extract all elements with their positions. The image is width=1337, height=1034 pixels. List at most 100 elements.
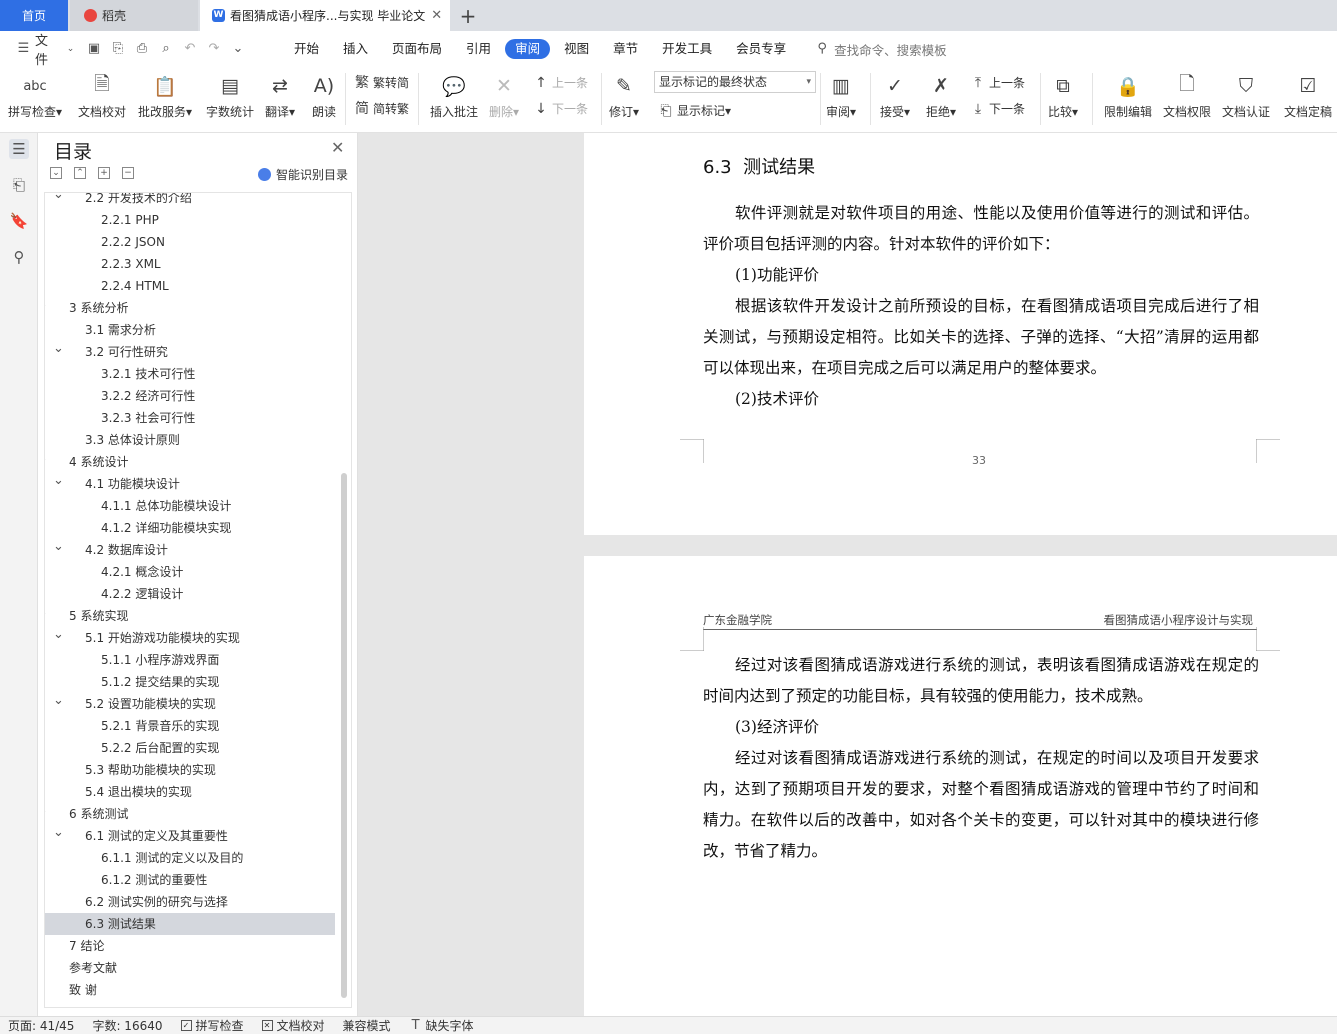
- close-icon[interactable]: ✕: [331, 138, 344, 157]
- toc-item[interactable]: ⌄ 3 系统分析: [45, 297, 335, 319]
- chevron-down-icon[interactable]: ⌄: [45, 448, 48, 470]
- toc-item[interactable]: 5.3 帮助功能模块的实现: [45, 759, 335, 781]
- toc-item[interactable]: 4.1.2 详细功能模块实现: [45, 517, 335, 539]
- doc-finalize-button[interactable]: ☑ 文档定稿: [1284, 71, 1332, 120]
- smart-toc-button[interactable]: 智能识别目录: [258, 166, 348, 183]
- close-icon[interactable]: ✕: [431, 8, 442, 23]
- to-simplified-button[interactable]: 简简转繁: [354, 100, 409, 117]
- add-item-icon[interactable]: +: [98, 167, 110, 179]
- toc-item[interactable]: 4.2.1 概念设计: [45, 561, 335, 583]
- toc-icon[interactable]: ☰: [9, 139, 29, 159]
- to-traditional-button[interactable]: 繁繁转简: [354, 74, 409, 91]
- customize-icon[interactable]: ⌄: [231, 42, 245, 56]
- spellcheck-button[interactable]: abc 拼写检查▾: [8, 71, 62, 120]
- toc-item[interactable]: 3.1 需求分析: [45, 319, 335, 341]
- menu-tab-1[interactable]: 插入: [333, 39, 378, 59]
- save-icon[interactable]: ▣: [87, 42, 101, 56]
- toc-item[interactable]: ⌄ 6.1 测试的定义及其重要性: [45, 825, 335, 847]
- file-menu[interactable]: ☰ 文件 ⌄: [0, 30, 82, 68]
- chevron-down-icon[interactable]: ⌄: [53, 822, 64, 844]
- prev-change-button[interactable]: ⤒ 上一条: [970, 74, 1025, 91]
- read-aloud-button[interactable]: A) 朗读: [310, 71, 338, 120]
- tab-home[interactable]: 首页: [0, 0, 68, 31]
- toc-item[interactable]: 3.2.1 技术可行性: [45, 363, 335, 385]
- menu-tab-4[interactable]: 审阅: [505, 39, 551, 59]
- compare-button[interactable]: ⧉ 比较▾: [1048, 71, 1078, 120]
- toc-item[interactable]: 2.2.4 HTML: [45, 275, 335, 297]
- doc-certify-button[interactable]: ⛉ 文档认证: [1222, 71, 1270, 120]
- toc-item[interactable]: ⌄ 2.2 开发技术的介绍: [45, 193, 335, 209]
- outline-icon[interactable]: ⎗: [9, 175, 29, 195]
- menu-tab-2[interactable]: 页面布局: [382, 39, 452, 59]
- chevron-down-icon[interactable]: ⌄: [53, 690, 64, 712]
- export-icon[interactable]: ⎘: [111, 42, 125, 56]
- markup-display-select[interactable]: 显示标记的最终状态 ▾: [654, 71, 816, 93]
- menu-tab-8[interactable]: 会员专享: [726, 39, 796, 59]
- menu-tab-7[interactable]: 开发工具: [652, 39, 722, 59]
- tab-document[interactable]: W 看图猜成语小程序...与实现 毕业论文 ✕: [200, 0, 450, 31]
- toc-item[interactable]: 参考文献: [45, 957, 335, 979]
- toc-item[interactable]: ⌄ 4.2 数据库设计: [45, 539, 335, 561]
- print-preview-icon[interactable]: ⌕: [159, 42, 173, 56]
- redo-icon[interactable]: ↷: [207, 42, 221, 56]
- toc-item[interactable]: 致 谢: [45, 979, 335, 1001]
- spellcheck-toggle[interactable]: ✓ 拼写检查: [180, 1017, 244, 1034]
- bookmark-icon[interactable]: 🔖: [9, 211, 29, 231]
- next-comment-button[interactable]: ↓ 下一条: [533, 100, 588, 117]
- toc-item[interactable]: 5.1.2 提交结果的实现: [45, 671, 335, 693]
- toc-item[interactable]: 6.2 测试实例的研究与选择: [45, 891, 335, 913]
- undo-icon[interactable]: ↶: [183, 42, 197, 56]
- toc-item[interactable]: 2.2.3 XML: [45, 253, 335, 275]
- command-search[interactable]: ⚲ 查找命令、搜索模板: [810, 40, 946, 59]
- doc-proof-button[interactable]: 🗎 文档校对: [78, 71, 126, 120]
- toc-item[interactable]: 4.1.1 总体功能模块设计: [45, 495, 335, 517]
- toc-item[interactable]: 5.1.1 小程序游戏界面: [45, 649, 335, 671]
- menu-tab-3[interactable]: 引用: [456, 39, 501, 59]
- toc-item[interactable]: ⌄ 5.1 开始游戏功能模块的实现: [45, 627, 335, 649]
- chevron-down-icon[interactable]: ⌄: [45, 800, 48, 822]
- toc-item[interactable]: 4.2.2 逻辑设计: [45, 583, 335, 605]
- chevron-down-icon[interactable]: ⌄: [53, 193, 64, 206]
- page-indicator[interactable]: 页面: 41/45: [8, 1017, 74, 1034]
- menu-tab-0[interactable]: 开始: [284, 39, 329, 59]
- translate-button[interactable]: ⇄ 翻译▾: [265, 71, 295, 120]
- toc-item[interactable]: 7 结论: [45, 935, 335, 957]
- toc-item[interactable]: 3.2.2 经济可行性: [45, 385, 335, 407]
- expand-up-icon[interactable]: ⌃: [74, 167, 86, 179]
- chevron-down-icon[interactable]: ⌄: [45, 602, 48, 624]
- menu-tab-6[interactable]: 章节: [603, 39, 648, 59]
- toc-item[interactable]: ⌄ 6 系统测试: [45, 803, 335, 825]
- prev-comment-button[interactable]: ↑ 上一条: [533, 74, 588, 91]
- toc-item[interactable]: 5.4 退出模块的实现: [45, 781, 335, 803]
- delete-comment-button[interactable]: ✕ 删除▾: [489, 71, 519, 120]
- print-icon[interactable]: ⎙: [135, 42, 149, 56]
- revise-button[interactable]: ✎ 修订▾: [609, 71, 639, 120]
- next-change-button[interactable]: ⤓ 下一条: [970, 100, 1025, 117]
- chevron-down-icon[interactable]: ⌄: [45, 294, 48, 316]
- toc-item[interactable]: ⌄ 4.1 功能模块设计: [45, 473, 335, 495]
- toc-item[interactable]: 5.2.2 后台配置的实现: [45, 737, 335, 759]
- chevron-down-icon[interactable]: ⌄: [53, 536, 64, 558]
- toc-item[interactable]: 3.2.3 社会可行性: [45, 407, 335, 429]
- toc-item[interactable]: ⌄ 4 系统设计: [45, 451, 335, 473]
- toc-item[interactable]: ⌄ 3.2 可行性研究: [45, 341, 335, 363]
- missing-font-button[interactable]: T 缺失字体: [409, 1017, 474, 1034]
- toc-item[interactable]: 6.3 测试结果: [45, 913, 335, 935]
- remove-item-icon[interactable]: −: [122, 167, 134, 179]
- show-marks-button[interactable]: ⎗ 显示标记 ▾: [658, 102, 731, 119]
- scrollbar[interactable]: [341, 473, 347, 998]
- word-count-indicator[interactable]: 字数: 16640: [92, 1017, 162, 1034]
- toc-item[interactable]: 5.2.1 背景音乐的实现: [45, 715, 335, 737]
- chevron-down-icon[interactable]: ⌄: [53, 470, 64, 492]
- chevron-down-icon[interactable]: ⌄: [53, 338, 64, 360]
- collapse-all-icon[interactable]: ⌄: [50, 167, 62, 179]
- toc-item[interactable]: 2.2.2 JSON: [45, 231, 335, 253]
- toc-item[interactable]: ⌄ 5 系统实现: [45, 605, 335, 627]
- toc-item[interactable]: 6.1.1 测试的定义以及目的: [45, 847, 335, 869]
- accept-button[interactable]: ✓ 接受▾: [880, 71, 910, 120]
- restrict-edit-button[interactable]: 🔒 限制编辑: [1104, 71, 1152, 120]
- annot-service-button[interactable]: 📋 批改服务▾: [138, 71, 192, 120]
- review-pane-button[interactable]: ▥ 审阅▾: [826, 71, 856, 120]
- toc-item[interactable]: 2.2.1 PHP: [45, 209, 335, 231]
- menu-tab-5[interactable]: 视图: [554, 39, 599, 59]
